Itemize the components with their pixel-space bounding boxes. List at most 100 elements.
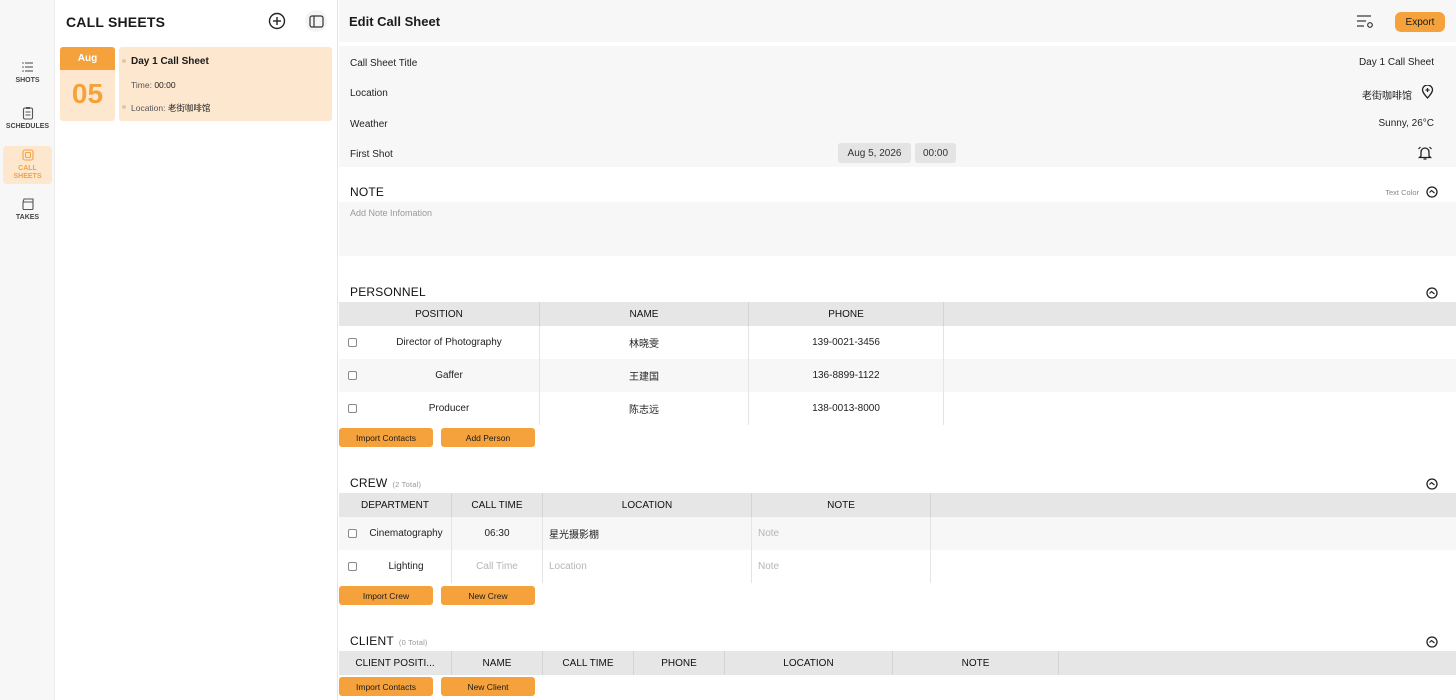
weather-value[interactable]: Sunny, 26°C xyxy=(1378,118,1434,129)
main-header: Edit Call Sheet Export xyxy=(339,0,1456,42)
rail-item-call-sheets[interactable]: CALL SHEETS xyxy=(3,146,52,184)
call-time-cell[interactable]: Call Time xyxy=(452,550,543,583)
text-color-label[interactable]: Text Color xyxy=(1385,188,1419,197)
phone-cell[interactable]: 139-0021-3456 xyxy=(749,326,944,359)
location-label: Location xyxy=(350,88,388,99)
collapse-icon[interactable] xyxy=(1426,636,1438,648)
call-time-cell[interactable]: 06:30 xyxy=(452,517,543,550)
column-header: CALL TIME xyxy=(543,651,634,675)
toggle-sidebar-button[interactable] xyxy=(305,10,327,32)
call-sheet-info: Call Sheet Title Day 1 Call Sheet Locati… xyxy=(339,46,1456,167)
add-person-button[interactable]: Add Person xyxy=(441,428,535,447)
rail-item-schedules[interactable]: SCHEDULES xyxy=(3,104,52,142)
column-header: CALL TIME xyxy=(452,493,543,517)
date-month: Aug xyxy=(60,47,115,70)
collapse-icon[interactable] xyxy=(1426,186,1438,198)
phone-cell[interactable]: 138-0013-8000 xyxy=(749,392,944,425)
column-header: DEPARTMENT xyxy=(339,493,452,517)
table-row[interactable]: Lighting Call Time Location Note xyxy=(339,550,1456,583)
department-cell[interactable]: Lighting xyxy=(339,550,452,583)
call-sheet-card[interactable]: Day 1 Call Sheet Time: 00:00 Location: 老… xyxy=(119,47,332,121)
call-sheet-title-label: Call Sheet Title xyxy=(350,58,418,69)
name-cell[interactable]: 林晓雯 xyxy=(540,326,749,359)
note-textarea[interactable]: Add Note Infomation xyxy=(339,202,1456,256)
column-header: NAME xyxy=(540,302,749,326)
note-section-title: NOTE xyxy=(350,185,385,199)
rail-label-takes: TAKES xyxy=(15,214,40,221)
clapperboard-icon xyxy=(21,198,34,211)
left-rail: SHOTS SCHEDULES CALL SHEETS TAKES xyxy=(0,0,55,700)
client-section-title: CLIENT (0 Total) xyxy=(350,634,428,648)
call-sheet-list-panel: CALL SHEETS Aug 05 Day 1 Call Sheet Time… xyxy=(55,0,338,700)
phone-cell[interactable]: 136-8899-1122 xyxy=(749,359,944,392)
callsheet-icon xyxy=(21,149,34,161)
page-title: Edit Call Sheet xyxy=(349,14,441,29)
location-cell[interactable]: Location xyxy=(543,550,752,583)
position-cell[interactable]: Director of Photography xyxy=(339,326,540,359)
rail-label-schedules: SCHEDULES xyxy=(5,123,50,130)
rail-label-shots: SHOTS xyxy=(15,77,40,84)
personnel-section-title: PERSONNEL xyxy=(350,285,426,299)
import-contacts-button[interactable]: Import Contacts xyxy=(339,428,433,447)
collapse-icon[interactable] xyxy=(1426,478,1438,490)
map-pin-icon[interactable] xyxy=(1421,85,1434,99)
column-header: CLIENT POSITI... xyxy=(339,651,452,675)
table-row[interactable]: Director of Photography 林晓雯 139-0021-345… xyxy=(339,326,1456,359)
call-sheet-title-value[interactable]: Day 1 Call Sheet xyxy=(1359,57,1434,68)
name-cell[interactable]: 王建国 xyxy=(540,359,749,392)
plus-circle-icon xyxy=(268,12,286,30)
location-cell[interactable]: 星光摄影棚 xyxy=(543,517,752,550)
add-call-sheet-button[interactable] xyxy=(266,10,288,32)
list-icon xyxy=(21,62,33,72)
list-title: CALL SHEETS xyxy=(66,14,166,30)
first-shot-label: First Shot xyxy=(350,149,393,160)
note-cell[interactable]: Note xyxy=(752,517,931,550)
card-location: Location: 老街咖啡馆 xyxy=(131,103,211,113)
department-cell[interactable]: Cinematography xyxy=(339,517,452,550)
crew-section-title: CREW (2 Total) xyxy=(350,476,422,490)
column-header: POSITION xyxy=(339,302,540,326)
location-value[interactable]: 老街咖啡馆 xyxy=(1362,87,1412,102)
clipboard-icon xyxy=(22,107,33,120)
client-table: CLIENT POSITI... NAME CALL TIME PHONE LO… xyxy=(339,651,1456,675)
import-contacts-button[interactable]: Import Contacts xyxy=(339,677,433,696)
info-row-title[interactable]: Call Sheet Title Day 1 Call Sheet xyxy=(339,46,1456,76)
new-client-button[interactable]: New Client xyxy=(441,677,535,696)
info-row-weather[interactable]: Weather Sunny, 26°C xyxy=(339,107,1456,137)
first-shot-date-picker[interactable]: Aug 5, 2026 xyxy=(838,143,911,163)
column-header: PHONE xyxy=(634,651,725,675)
collapse-icon[interactable] xyxy=(1426,287,1438,299)
rail-item-takes[interactable]: TAKES xyxy=(3,195,52,233)
timeline-dot xyxy=(122,105,126,109)
sidebar-toggle-icon xyxy=(308,14,324,28)
import-crew-button[interactable]: Import Crew xyxy=(339,586,433,605)
alarm-icon[interactable] xyxy=(1417,145,1433,160)
position-cell[interactable]: Gaffer xyxy=(339,359,540,392)
rail-item-shots[interactable]: SHOTS xyxy=(3,58,52,96)
note-cell[interactable]: Note xyxy=(752,550,931,583)
table-row[interactable]: Gaffer 王建国 136-8899-1122 xyxy=(339,359,1456,392)
info-row-location[interactable]: Location 老街咖啡馆 xyxy=(339,76,1456,106)
filter-settings-icon[interactable] xyxy=(1356,13,1374,29)
new-crew-button[interactable]: New Crew xyxy=(441,586,535,605)
personnel-table: POSITION NAME PHONE Director of Photogra… xyxy=(339,302,1456,425)
timeline-dot xyxy=(122,59,126,63)
table-header: CLIENT POSITI... NAME CALL TIME PHONE LO… xyxy=(339,651,1456,675)
table-row[interactable]: Producer 陈志远 138-0013-8000 xyxy=(339,392,1456,425)
column-header: LOCATION xyxy=(725,651,893,675)
crew-total: (2 Total) xyxy=(392,480,422,489)
date-day: 05 xyxy=(71,78,104,109)
table-row[interactable]: Cinematography 06:30 星光摄影棚 Note xyxy=(339,517,1456,550)
date-badge: Aug 05 xyxy=(60,47,115,121)
first-shot-time-picker[interactable]: 00:00 xyxy=(915,143,956,163)
column-header: NAME xyxy=(452,651,543,675)
name-cell[interactable]: 陈志远 xyxy=(540,392,749,425)
column-header: NOTE xyxy=(893,651,1059,675)
position-cell[interactable]: Producer xyxy=(339,392,540,425)
client-total: (0 Total) xyxy=(398,638,428,647)
card-title: Day 1 Call Sheet xyxy=(131,56,209,67)
note-placeholder: Add Note Infomation xyxy=(350,208,433,218)
rail-label-call-sheets: CALL SHEETS xyxy=(13,165,42,180)
export-button[interactable]: Export xyxy=(1395,12,1445,32)
table-header: DEPARTMENT CALL TIME LOCATION NOTE xyxy=(339,493,1456,517)
